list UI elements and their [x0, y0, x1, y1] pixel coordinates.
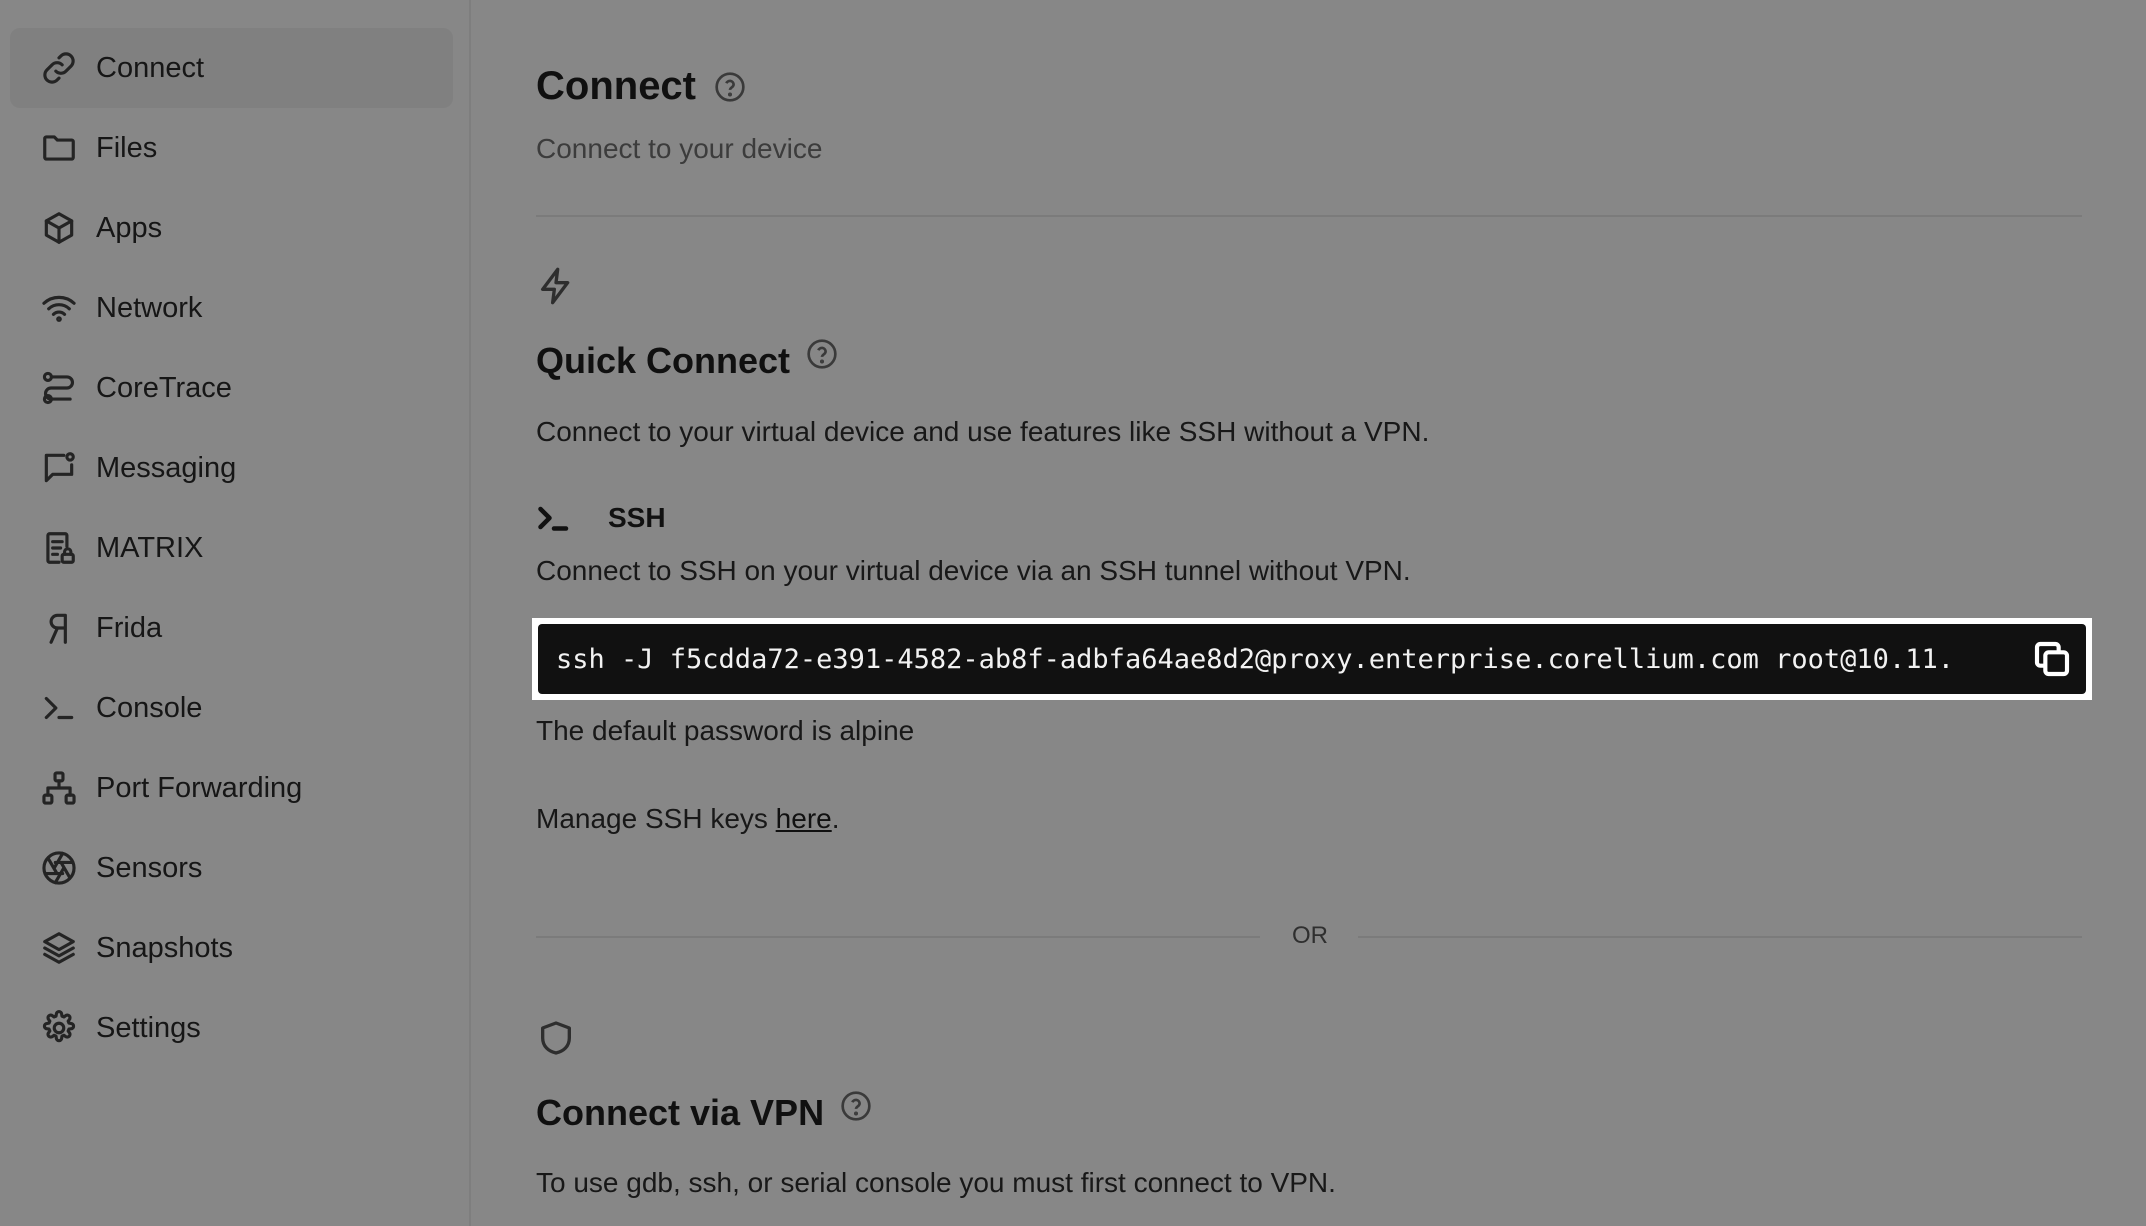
header-divider	[536, 215, 2082, 217]
ssh-description: Connect to SSH on your virtual device vi…	[536, 555, 1411, 586]
help-icon[interactable]	[714, 71, 746, 103]
sidebar-item-label: CoreTrace	[96, 371, 232, 404]
manage-ssh-keys: Manage SSH keys here.	[536, 803, 840, 835]
separator-line	[536, 936, 1260, 938]
vpn-title: Connect via VPN	[536, 1092, 825, 1133]
aperture-icon	[40, 849, 78, 887]
sidebar-item-settings[interactable]: Settings	[10, 988, 453, 1068]
quick-connect-title: Quick Connect	[536, 340, 791, 381]
separator-line	[1358, 936, 2082, 938]
password-note: The default password is alpine	[536, 715, 915, 746]
ssh-header: SSH	[536, 500, 666, 536]
folder-icon	[40, 129, 78, 167]
sidebar: Connect Files Apps Network CoreTrace Mes…	[0, 0, 471, 1226]
sidebar-item-network[interactable]: Network	[10, 268, 453, 348]
page-subtitle: Connect to your device	[536, 133, 823, 164]
sidebar-item-label: Snapshots	[96, 931, 234, 964]
ssh-label: SSH	[608, 502, 666, 533]
app-window: Connect Files Apps Network CoreTrace Mes…	[0, 0, 2146, 1226]
page-header: Connect	[536, 64, 746, 109]
sidebar-item-label: Sensors	[96, 851, 203, 884]
help-icon[interactable]	[840, 1090, 872, 1122]
gear-icon	[40, 1009, 78, 1047]
sidebar-item-matrix[interactable]: MATRIX	[10, 508, 453, 588]
sidebar-item-label: Frida	[96, 611, 163, 644]
copy-icon[interactable]	[2032, 639, 2072, 679]
sidebar-item-console[interactable]: Console	[10, 668, 453, 748]
sidebar-item-sensors[interactable]: Sensors	[10, 828, 453, 908]
sidebar-item-port-forwarding[interactable]: Port Forwarding	[10, 748, 453, 828]
sidebar-item-label: Console	[96, 691, 203, 724]
ssh-command-box[interactable]: ssh -J f5cdda72-e391-4582-ab8f-adbfa64ae…	[538, 624, 2086, 694]
cube-icon	[40, 209, 78, 247]
sidebar-item-label: Files	[96, 131, 158, 164]
sidebar-item-frida[interactable]: Frida	[10, 588, 453, 668]
help-icon[interactable]	[806, 338, 838, 370]
manage-keys-link[interactable]: here	[776, 803, 832, 834]
quick-connect-header: Quick Connect	[536, 338, 838, 382]
terminal-icon	[536, 500, 572, 536]
frida-icon	[40, 609, 78, 647]
sidebar-item-label: Apps	[96, 211, 163, 244]
or-separator: OR	[536, 922, 2082, 952]
ssh-command-highlight: ssh -J f5cdda72-e391-4582-ab8f-adbfa64ae…	[532, 618, 2092, 700]
sidebar-item-connect[interactable]: Connect	[10, 28, 453, 108]
terminal-icon	[40, 689, 78, 727]
sidebar-item-label: Messaging	[96, 451, 237, 484]
bolt-icon	[536, 266, 576, 306]
report-lock-icon	[40, 529, 78, 567]
page-title: Connect	[536, 64, 696, 108]
sidebar-item-label: Port Forwarding	[96, 771, 303, 804]
sidebar-item-label: Network	[96, 291, 203, 324]
quick-connect-description: Connect to your virtual device and use f…	[536, 416, 1430, 447]
wifi-icon	[40, 289, 78, 327]
manage-keys-prefix: Manage SSH keys	[536, 803, 776, 834]
shield-icon	[536, 1018, 576, 1058]
sidebar-item-snapshots[interactable]: Snapshots	[10, 908, 453, 988]
link-icon	[40, 49, 78, 87]
sidebar-item-label: MATRIX	[96, 531, 204, 564]
network-tree-icon	[40, 769, 78, 807]
sidebar-item-apps[interactable]: Apps	[10, 188, 453, 268]
layers-icon	[40, 929, 78, 967]
sidebar-item-messaging[interactable]: Messaging	[10, 428, 453, 508]
ssh-command[interactable]: ssh -J f5cdda72-e391-4582-ab8f-adbfa64ae…	[556, 644, 2006, 675]
manage-keys-suffix: .	[831, 803, 840, 834]
sidebar-item-files[interactable]: Files	[10, 108, 453, 188]
sidebar-item-coretrace[interactable]: CoreTrace	[10, 348, 453, 428]
vpn-header: Connect via VPN	[536, 1090, 872, 1134]
trace-icon	[40, 369, 78, 407]
vpn-description: To use gdb, ssh, or serial console you m…	[536, 1167, 1336, 1198]
sidebar-item-label: Connect	[96, 51, 205, 84]
message-icon	[40, 449, 78, 487]
sidebar-item-label: Settings	[96, 1011, 201, 1044]
or-label: OR	[1292, 922, 1328, 949]
